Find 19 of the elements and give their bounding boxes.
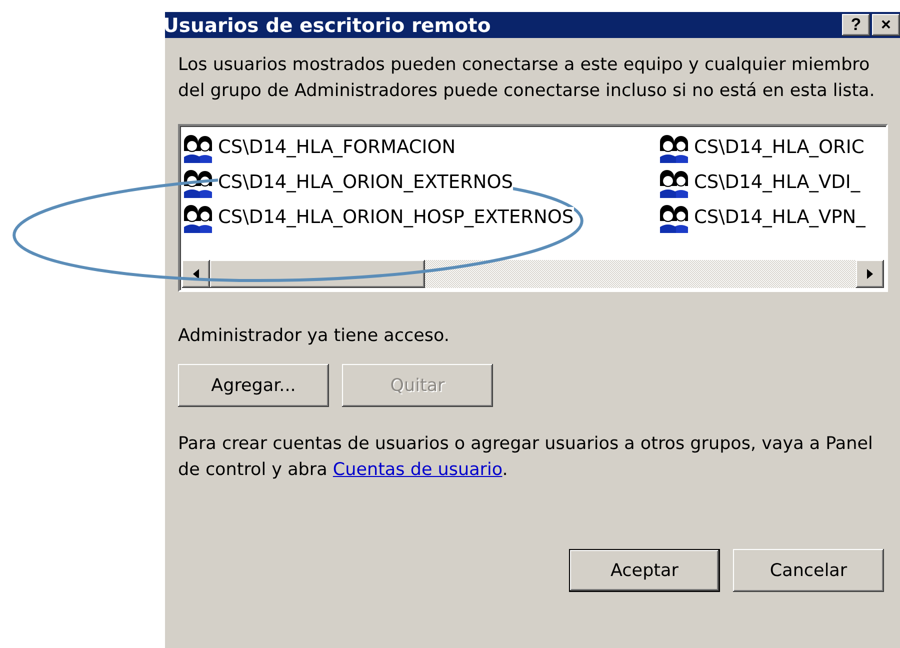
list-item[interactable]: CS\D14_HLA_ORION_HOSP_EXTERNOS xyxy=(218,207,574,228)
scroll-right-button[interactable] xyxy=(856,260,884,288)
cancel-button[interactable]: Cancelar xyxy=(733,549,884,592)
list-item[interactable]: CS\D14_HLA_VPN_ xyxy=(694,207,866,228)
ok-button[interactable]: Aceptar xyxy=(569,549,720,592)
user-accounts-link[interactable]: Cuentas de usuario xyxy=(332,460,502,480)
add-button[interactable]: Agregar... xyxy=(178,364,329,407)
close-button[interactable]: × xyxy=(872,14,900,36)
access-note: Administrador ya tiene acceso. xyxy=(178,326,450,346)
window-title: Usuarios de escritorio remoto xyxy=(163,14,491,36)
list-item[interactable]: CS\D14_HLA_ORION_EXTERNOS xyxy=(218,172,514,193)
list-item[interactable]: CS\D14_HLA_ORIC xyxy=(694,137,864,158)
help-button[interactable]: ? xyxy=(842,14,870,36)
list-item[interactable]: CS\D14_HLA_FORMACION xyxy=(218,137,456,158)
left-arrow-icon xyxy=(193,269,199,279)
description-text: Los usuarios mostrados pueden conectarse a este equipo y cualquier miembro del grupo de Administradores puede conectarse incluso si no está en esta lista. xyxy=(178,54,876,103)
list-item[interactable]: CS\D14_HLA_VDI_ xyxy=(694,172,860,193)
info-text: Para crear cuentas de usuarios o agregar usuarios a otros grupos, vaya a Panel de control y abra Cuentas de usuario. xyxy=(178,433,874,482)
right-arrow-icon xyxy=(867,269,873,279)
